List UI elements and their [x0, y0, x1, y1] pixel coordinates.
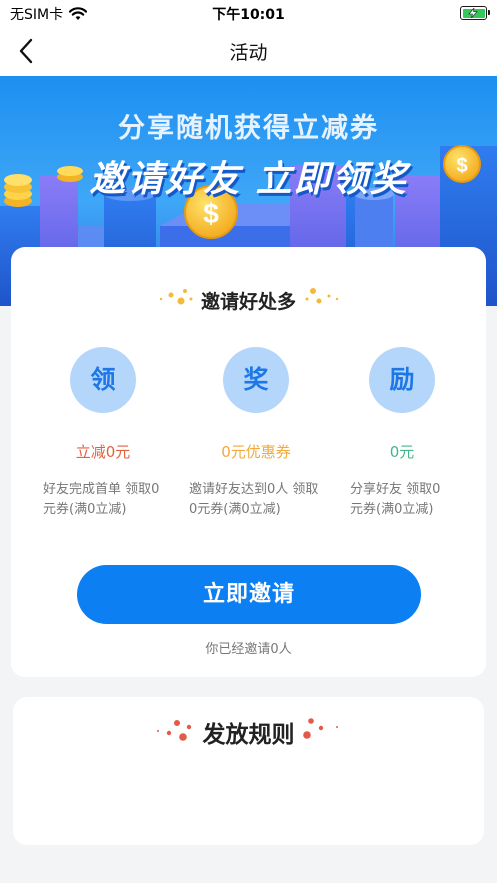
reward-value-1: 立减0元: [75, 443, 131, 461]
reward-circle-2: 奖: [223, 347, 289, 413]
reward-circle-3: 励: [369, 347, 435, 413]
reward-value-2: 0元优惠券: [221, 443, 291, 461]
reward-desc-line: 0元券(满0立减): [189, 502, 281, 517]
banner-headline: 邀请好友 立即领奖: [89, 159, 408, 200]
reward-desc-line: 邀请好友达到0人 领取: [189, 482, 319, 497]
rules-title: 发放规则: [202, 722, 295, 748]
invite-now-button[interactable]: 立即邀请: [77, 565, 421, 624]
sparkle-decoration-right: [305, 288, 339, 304]
banner-subtitle: 分享随机获得立减券: [118, 113, 379, 144]
reward-desc-line: 元券(满0立减): [350, 502, 434, 517]
reward-desc-line: 元券(满0立减): [43, 502, 127, 517]
invited-count-text: 你已经邀请0人: [205, 642, 292, 657]
nav-bar: 活动: [0, 26, 497, 76]
svg-text:$: $: [203, 198, 219, 229]
dots-decoration-right: [303, 718, 338, 739]
reward-desc-2: 邀请好友达到0人 领取 0元券(满0立减): [189, 480, 318, 520]
charging-bolt-icon: [468, 8, 478, 18]
page-title: 活动: [229, 42, 268, 64]
reward-circle-1: 领: [70, 347, 136, 413]
invite-benefits-title: 邀请好处多: [200, 291, 296, 313]
status-time: 下午10:01: [212, 7, 285, 23]
reward-value-3: 0元: [389, 443, 415, 461]
reward-desc-line: 好友完成首单 领取0: [43, 482, 160, 497]
reward-desc-1: 好友完成首单 领取0 元券(满0立减): [43, 480, 159, 520]
reward-desc-line: 分享好友 领取0: [350, 482, 441, 497]
battery-charging-icon: [460, 6, 490, 20]
invite-card: 邀请好处多 领 立减0元 好友完成首单 领取0 元券(满0立减) 奖 0元优惠券…: [11, 247, 486, 677]
status-bar: 无SIM卡 下午10:01: [0, 0, 497, 26]
reward-desc-3: 分享好友 领取0 元券(满0立减): [350, 480, 440, 520]
rules-card: 发放规则: [13, 697, 484, 845]
